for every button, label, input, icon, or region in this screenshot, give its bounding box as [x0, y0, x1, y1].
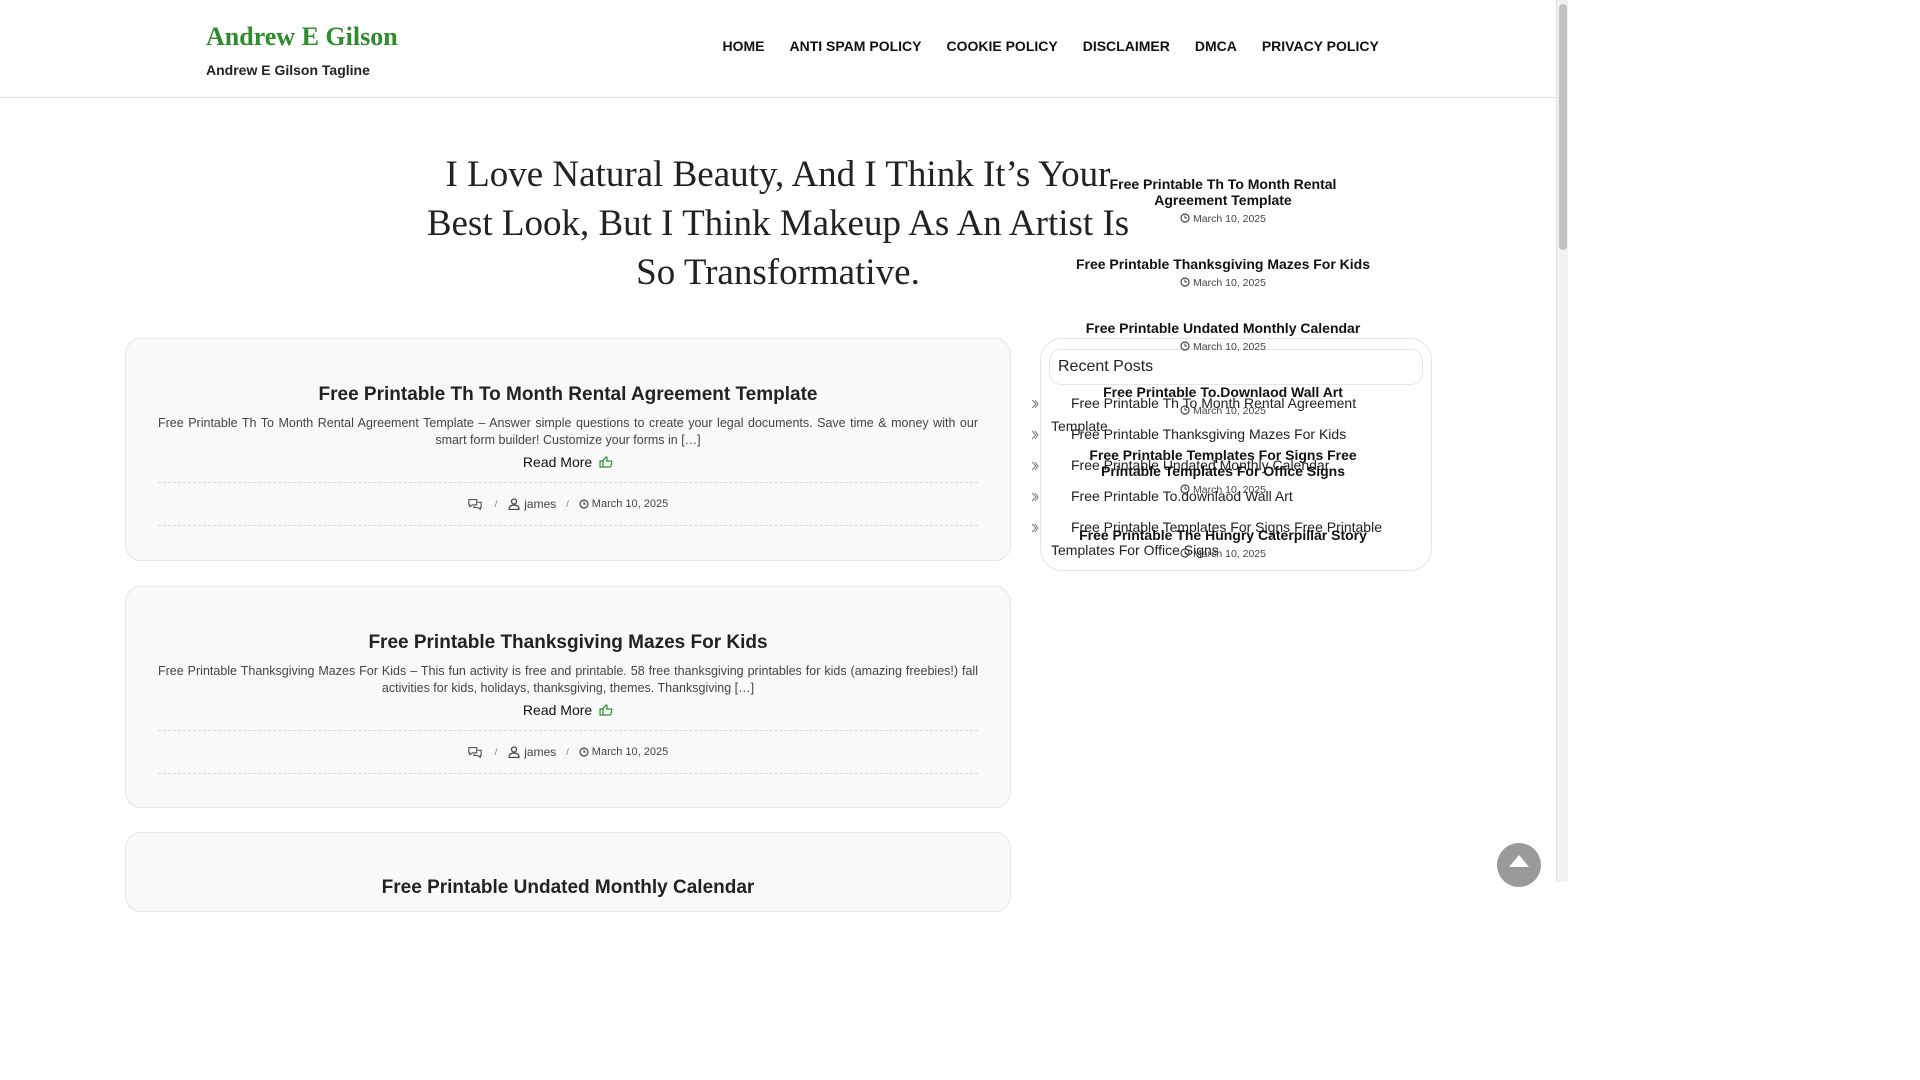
- stacked-post-title[interactable]: Free Printable To.Downlaod Wall Art: [1075, 384, 1371, 400]
- clock-icon: [579, 499, 589, 509]
- meta-separator: /: [494, 747, 498, 757]
- chevron-right-icon: [1031, 492, 1039, 502]
- stacked-post: Free Printable Templates For Signs Free …: [1075, 447, 1371, 496]
- nav-item-dmca[interactable]: DMCA: [1182, 38, 1249, 54]
- nav-item-disclaimer[interactable]: DISCLAIMER: [1070, 38, 1182, 54]
- chevron-right-icon: [1031, 399, 1039, 409]
- stacked-post-date: March 10, 2025: [1075, 341, 1371, 353]
- stacked-post-title[interactable]: Free Printable Templates For Signs Free …: [1075, 447, 1371, 479]
- read-more-link[interactable]: Read More: [126, 454, 1010, 470]
- stacked-post: Free Printable Thanksgiving Mazes For Ki…: [1075, 256, 1371, 289]
- comments-icon[interactable]: [468, 498, 482, 510]
- stacked-post-date-text: March 10, 2025: [1193, 548, 1266, 560]
- clock-icon: [1180, 484, 1190, 494]
- thumbs-up-icon: [599, 704, 613, 716]
- meta-separator: /: [494, 499, 498, 509]
- user-icon: [508, 498, 520, 510]
- clock-icon: [1180, 213, 1190, 223]
- clock-icon: [1180, 405, 1190, 415]
- hero-quote: I Love Natural Beauty, And I Think It’s …: [426, 154, 1130, 293]
- stacked-post-date: March 10, 2025: [1075, 484, 1371, 496]
- nav-item-privacy-policy[interactable]: PRIVACY POLICY: [1249, 38, 1391, 54]
- stacked-post-date-text: March 10, 2025: [1193, 405, 1266, 417]
- stacked-post-date: March 10, 2025: [1075, 548, 1371, 560]
- post-excerpt: Free Printable Thanksgiving Mazes For Ki…: [158, 664, 978, 695]
- read-more-label: Read More: [522, 702, 593, 718]
- site-title[interactable]: Andrew E Gilson: [206, 22, 398, 52]
- stacked-post-title[interactable]: Free Printable Th To Month Rental Agreem…: [1075, 176, 1371, 208]
- stacked-post-date: March 10, 2025: [1075, 277, 1371, 289]
- stacked-post-date-text: March 10, 2025: [1193, 341, 1266, 353]
- stacked-post-date-text: March 10, 2025: [1193, 277, 1266, 289]
- chevron-right-icon: [1031, 523, 1039, 533]
- stacked-post-title[interactable]: Free Printable Undated Monthly Calendar: [1075, 320, 1371, 336]
- post-meta: / james / March 10, 2025: [158, 730, 978, 774]
- arrow-up-icon: [1509, 855, 1529, 867]
- recent-posts-header: Recent Posts: [1049, 349, 1423, 385]
- post-title[interactable]: Free Printable Thanksgiving Mazes For Ki…: [126, 632, 1010, 654]
- stacked-post: Free Printable The Hungry Caterpillar St…: [1075, 527, 1371, 560]
- site-tagline: Andrew E Gilson Tagline: [206, 62, 370, 78]
- post-date: March 10, 2025: [591, 746, 669, 758]
- recent-post-item[interactable]: Free Printable Thanksgiving Mazes For Ki…: [1031, 423, 1411, 446]
- post-title[interactable]: Free Printable Undated Monthly Calendar: [126, 877, 1010, 899]
- stacked-post-date: March 10, 2025: [1075, 213, 1371, 225]
- post-excerpt: Free Printable Th To Month Rental Agreem…: [158, 416, 978, 447]
- stacked-post-date: March 10, 2025: [1075, 405, 1371, 417]
- read-more-link[interactable]: Read More: [126, 702, 1010, 718]
- clock-icon: [1180, 277, 1190, 287]
- post-card: Free Printable Th To Month Rental Agreem…: [125, 338, 1011, 561]
- thumbs-up-icon: [599, 456, 613, 468]
- stacked-post: Free Printable To.Downlaod Wall Art Marc…: [1075, 384, 1371, 417]
- site-header: Andrew E Gilson Andrew E Gilson Tagline …: [0, 0, 1556, 98]
- post-meta: / james / March 10, 2025: [158, 482, 978, 526]
- stacked-post-date-text: March 10, 2025: [1193, 484, 1266, 496]
- user-icon: [508, 746, 520, 758]
- recent-post-label: Free Printable Thanksgiving Mazes For Ki…: [1071, 426, 1347, 442]
- clock-icon: [579, 747, 589, 757]
- main-nav: HOME ANTI SPAM POLICY COOKIE POLICY DISC…: [710, 38, 1391, 54]
- comments-icon[interactable]: [468, 746, 482, 758]
- post-date: March 10, 2025: [591, 498, 669, 510]
- post-card: Free Printable Thanksgiving Mazes For Ki…: [125, 586, 1011, 808]
- nav-item-cookie-policy[interactable]: COOKIE POLICY: [934, 38, 1070, 54]
- stacked-post: Free Printable Undated Monthly Calendar …: [1075, 320, 1371, 353]
- post-author[interactable]: james: [524, 497, 556, 511]
- stacked-post: Free Printable Th To Month Rental Agreem…: [1075, 176, 1371, 225]
- scrollbar-thumb[interactable]: [1559, 4, 1567, 250]
- clock-icon: [1180, 341, 1190, 351]
- post-author[interactable]: james: [524, 745, 556, 759]
- post-title[interactable]: Free Printable Th To Month Rental Agreem…: [126, 384, 1010, 406]
- nav-item-home[interactable]: HOME: [710, 38, 777, 54]
- vertical-scrollbar[interactable]: [1556, 0, 1568, 882]
- post-card: Free Printable Undated Monthly Calendar: [125, 832, 1011, 912]
- recent-posts-heading: Recent Posts: [1058, 358, 1154, 375]
- chevron-right-icon: [1031, 461, 1039, 471]
- stacked-post-date-text: March 10, 2025: [1193, 213, 1266, 225]
- chevron-right-icon: [1031, 430, 1039, 440]
- meta-separator: /: [566, 499, 569, 509]
- clock-icon: [1180, 548, 1190, 558]
- back-to-top-button[interactable]: [1497, 843, 1541, 887]
- nav-item-anti-spam-policy[interactable]: ANTI SPAM POLICY: [777, 38, 934, 54]
- read-more-label: Read More: [522, 454, 593, 470]
- stacked-post-title[interactable]: Free Printable Thanksgiving Mazes For Ki…: [1075, 256, 1371, 272]
- meta-separator: /: [566, 747, 569, 757]
- stacked-post-title[interactable]: Free Printable The Hungry Caterpillar St…: [1075, 527, 1371, 543]
